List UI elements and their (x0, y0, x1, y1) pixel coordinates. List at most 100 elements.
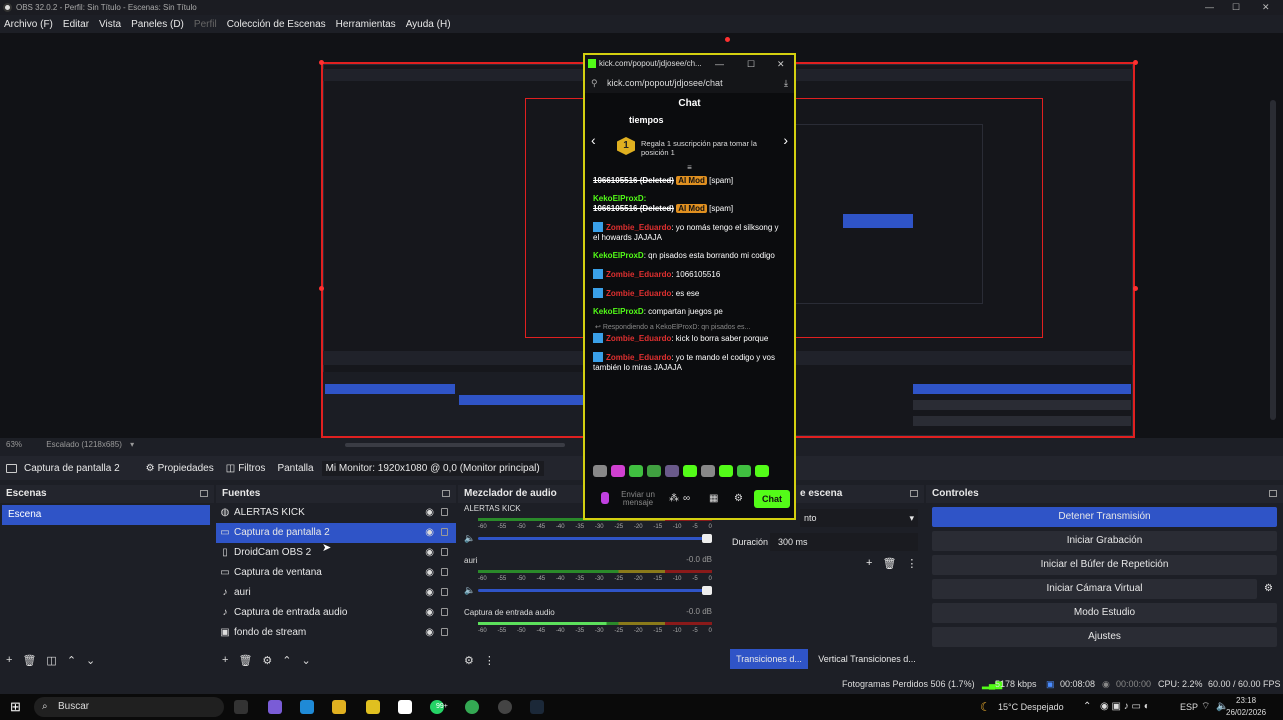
emote-icon[interactable] (665, 465, 679, 477)
tray-icons[interactable]: ◉ ▣ ♪ ▭ ◐ (1100, 694, 1150, 720)
gear-icon[interactable]: ⚙ (464, 654, 474, 667)
trash-icon[interactable]: 🗑 (882, 557, 896, 570)
tab-vertical-transitions[interactable]: Vertical Transiciones d... (812, 649, 922, 669)
chat-username[interactable]: Zombie_Eduardo (606, 334, 671, 343)
emote-icon[interactable] (683, 465, 697, 477)
popout-icon[interactable] (1269, 490, 1277, 497)
preview-horizontal-scrollbar[interactable] (345, 443, 565, 447)
emote-icon[interactable] (737, 465, 751, 477)
start-replay-buffer-button[interactable]: Iniciar el Búfer de Repetición (932, 555, 1277, 575)
source-item[interactable]: ▯ DroidCam OBS 2 ◉ (216, 543, 456, 563)
source-item[interactable]: ▭ Captura de ventana ◉ (216, 563, 456, 583)
chevron-left-icon[interactable]: ‹ (591, 132, 596, 148)
send-chat-button[interactable]: Chat (754, 490, 790, 508)
task-view-icon[interactable] (234, 700, 248, 714)
gift-icon[interactable]: ▦ (709, 493, 718, 504)
volume-slider[interactable] (478, 534, 712, 543)
eye-icon[interactable]: ◉ (425, 588, 434, 598)
edge-icon[interactable] (300, 700, 314, 714)
volume-slider[interactable] (478, 586, 712, 595)
resize-handle-ml[interactable] (319, 286, 324, 291)
menu-vista[interactable]: Vista (99, 19, 121, 30)
source-item[interactable]: ◍ ALERTAS KICK ◉ (216, 503, 456, 523)
scale-label[interactable]: Escalado (1218x685) (46, 440, 122, 449)
microphone-icon[interactable] (601, 492, 609, 504)
source-item[interactable]: ♪ Captura de entrada audio ◉ (216, 603, 456, 623)
menu-perfil[interactable]: Perfil (194, 19, 217, 30)
copilot-icon[interactable] (268, 700, 282, 714)
filters-button[interactable]: ◫ Filtros (226, 463, 266, 474)
chat-username[interactable]: Zombie_Eduardo (606, 223, 671, 232)
zoom-level[interactable]: 63% (6, 440, 22, 449)
chat-username[interactable]: Zombie_Eduardo (606, 270, 671, 279)
eye-icon[interactable]: ◉ (425, 568, 434, 578)
eye-icon[interactable]: ◉ (425, 548, 434, 558)
lock-icon[interactable] (441, 508, 448, 516)
lock-icon[interactable] (441, 528, 448, 536)
file-explorer-icon[interactable] (332, 700, 346, 714)
lock-icon[interactable] (441, 548, 448, 556)
language-indicator[interactable]: ESP (1180, 694, 1198, 720)
scene-item-escena[interactable]: Escena (2, 505, 210, 525)
chat-username[interactable]: Zombie_Eduardo (606, 289, 671, 298)
weather-text[interactable]: 15°C Despejado (998, 694, 1064, 720)
emote-picker-icon[interactable]: ⁂ (669, 493, 679, 504)
more-vertical-icon[interactable]: ⋮ (906, 557, 917, 570)
minimize-icon[interactable]: — (1205, 0, 1214, 15)
chat-input[interactable]: Enviar un mensaje (615, 487, 661, 511)
start-virtual-camera-button[interactable]: Iniciar Cámara Virtual (932, 579, 1257, 599)
trash-icon[interactable]: 🗑 (238, 654, 252, 667)
resize-handle-tr[interactable] (1133, 60, 1138, 65)
lock-icon[interactable] (441, 568, 448, 576)
chat-username[interactable]: KekoElProxD: (593, 194, 646, 203)
stop-streaming-button[interactable]: Detener Transmisión (932, 507, 1277, 527)
speaker-icon[interactable]: 🔈 (464, 533, 475, 544)
filter-icon[interactable]: ◫ (46, 654, 56, 667)
slider-handle[interactable] (702, 586, 712, 595)
lock-icon[interactable] (441, 588, 448, 596)
menu-herramientas[interactable]: Herramientas (336, 19, 396, 30)
chevron-up-icon[interactable]: ⌃ (67, 654, 76, 667)
menu-paneles[interactable]: Paneles (D) (131, 19, 184, 30)
source-item[interactable]: ▣ fondo de stream ◉ (216, 623, 456, 643)
menu-ayuda[interactable]: Ayuda (H) (406, 19, 451, 30)
chat-username[interactable]: Zombie_Eduardo (606, 353, 671, 362)
trash-icon[interactable]: 🗑 (22, 654, 36, 667)
resize-handle-tl[interactable] (319, 60, 324, 65)
chrome-icon[interactable] (465, 700, 479, 714)
slider-handle[interactable] (702, 534, 712, 543)
studio-mode-button[interactable]: Modo Estudio (932, 603, 1277, 623)
gear-icon[interactable]: ⚙ (734, 493, 743, 504)
popout-icon[interactable] (910, 490, 918, 497)
add-icon[interactable]: + (6, 654, 12, 667)
add-icon[interactable]: + (866, 557, 872, 570)
minimize-icon[interactable]: — (715, 55, 724, 73)
lock-icon[interactable] (441, 628, 448, 636)
transition-select[interactable]: nto ▾ (800, 509, 918, 527)
popout-icon[interactable] (442, 490, 450, 497)
chat-username[interactable]: KekoElProxD (593, 251, 644, 260)
preview-vertical-scrollbar[interactable] (1270, 100, 1276, 420)
eye-icon[interactable]: ◉ (425, 608, 434, 618)
eye-icon[interactable]: ◉ (425, 508, 434, 518)
tab-transitions[interactable]: Transiciones d... (730, 649, 808, 669)
source-item-selected[interactable]: ▭ Captura de pantalla 2 ◉ (216, 523, 456, 543)
resize-handle-top[interactable] (725, 37, 730, 42)
popout-url-bar[interactable]: ⚲ kick.com/popout/jdjosee/chat ⤓ (585, 73, 794, 93)
display-select[interactable]: Mi Monitor: 1920x1080 @ 0,0 (Monitor pri… (321, 460, 544, 476)
download-icon[interactable]: ⤓ (784, 73, 788, 93)
chevron-up-icon[interactable]: ⌃ (1083, 694, 1091, 720)
maximize-icon[interactable]: ☐ (747, 55, 755, 73)
chevron-right-icon[interactable]: › (783, 132, 788, 148)
emote-icon[interactable] (719, 465, 733, 477)
emote-icon[interactable] (593, 465, 607, 477)
chevron-up-icon[interactable]: ⌃ (282, 654, 291, 667)
chevron-down-icon[interactable]: ▾ (130, 440, 134, 449)
link-icon[interactable]: ∞ (683, 493, 690, 504)
taskbar-search[interactable]: ⌕ Buscar (34, 697, 224, 717)
close-icon[interactable]: ✕ (1262, 0, 1270, 15)
chevron-down-icon[interactable]: ⌄ (302, 654, 311, 667)
resize-handle-mr[interactable] (1133, 286, 1138, 291)
add-icon[interactable]: + (222, 654, 228, 667)
emote-icon[interactable] (629, 465, 643, 477)
